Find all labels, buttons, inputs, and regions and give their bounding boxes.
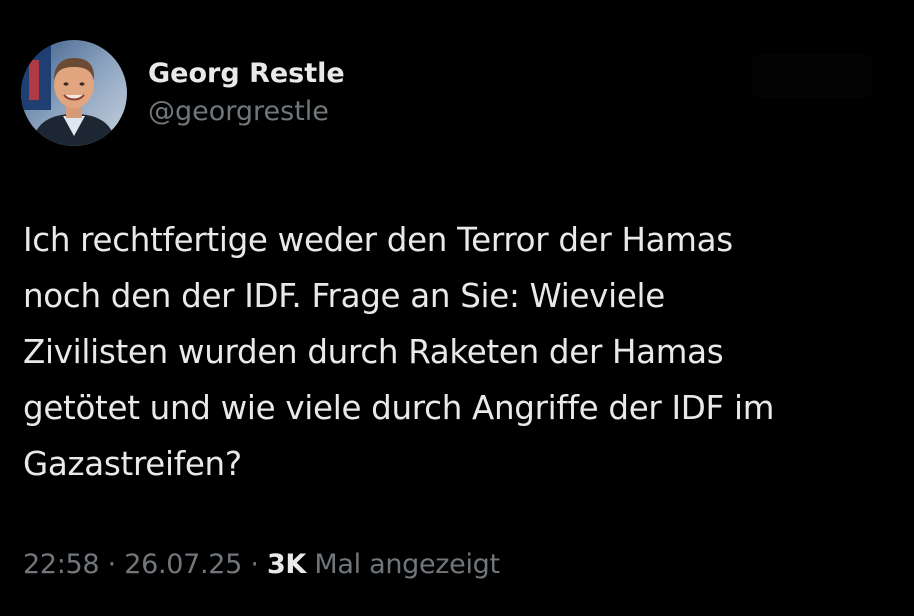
views-label: Mal angezeigt bbox=[314, 549, 500, 580]
meta-separator: · bbox=[107, 549, 117, 580]
profile-photo-icon bbox=[21, 40, 127, 146]
views-count[interactable]: 3K bbox=[267, 549, 306, 580]
tweet-date[interactable]: 26.07.25 bbox=[124, 549, 242, 580]
tweet-text: Ich rechtfertige weder den Terror der Ha… bbox=[23, 221, 775, 483]
tweet-time[interactable]: 22:58 bbox=[23, 549, 100, 580]
meta-separator: · bbox=[250, 549, 259, 580]
tweet-meta: 22:58 · 26.07.25 · 3K Mal angezeigt bbox=[23, 545, 500, 585]
tweet-card: Georg Restle @georgrestle Ich rechtferti… bbox=[0, 0, 914, 616]
follow-button-blurred bbox=[752, 54, 872, 98]
author-names: Georg Restle @georgrestle bbox=[148, 57, 345, 129]
tweet-header: Georg Restle @georgrestle bbox=[21, 40, 345, 146]
avatar[interactable] bbox=[21, 40, 127, 146]
author-display-name[interactable]: Georg Restle bbox=[148, 57, 345, 91]
author-handle[interactable]: @georgrestle bbox=[148, 95, 345, 129]
